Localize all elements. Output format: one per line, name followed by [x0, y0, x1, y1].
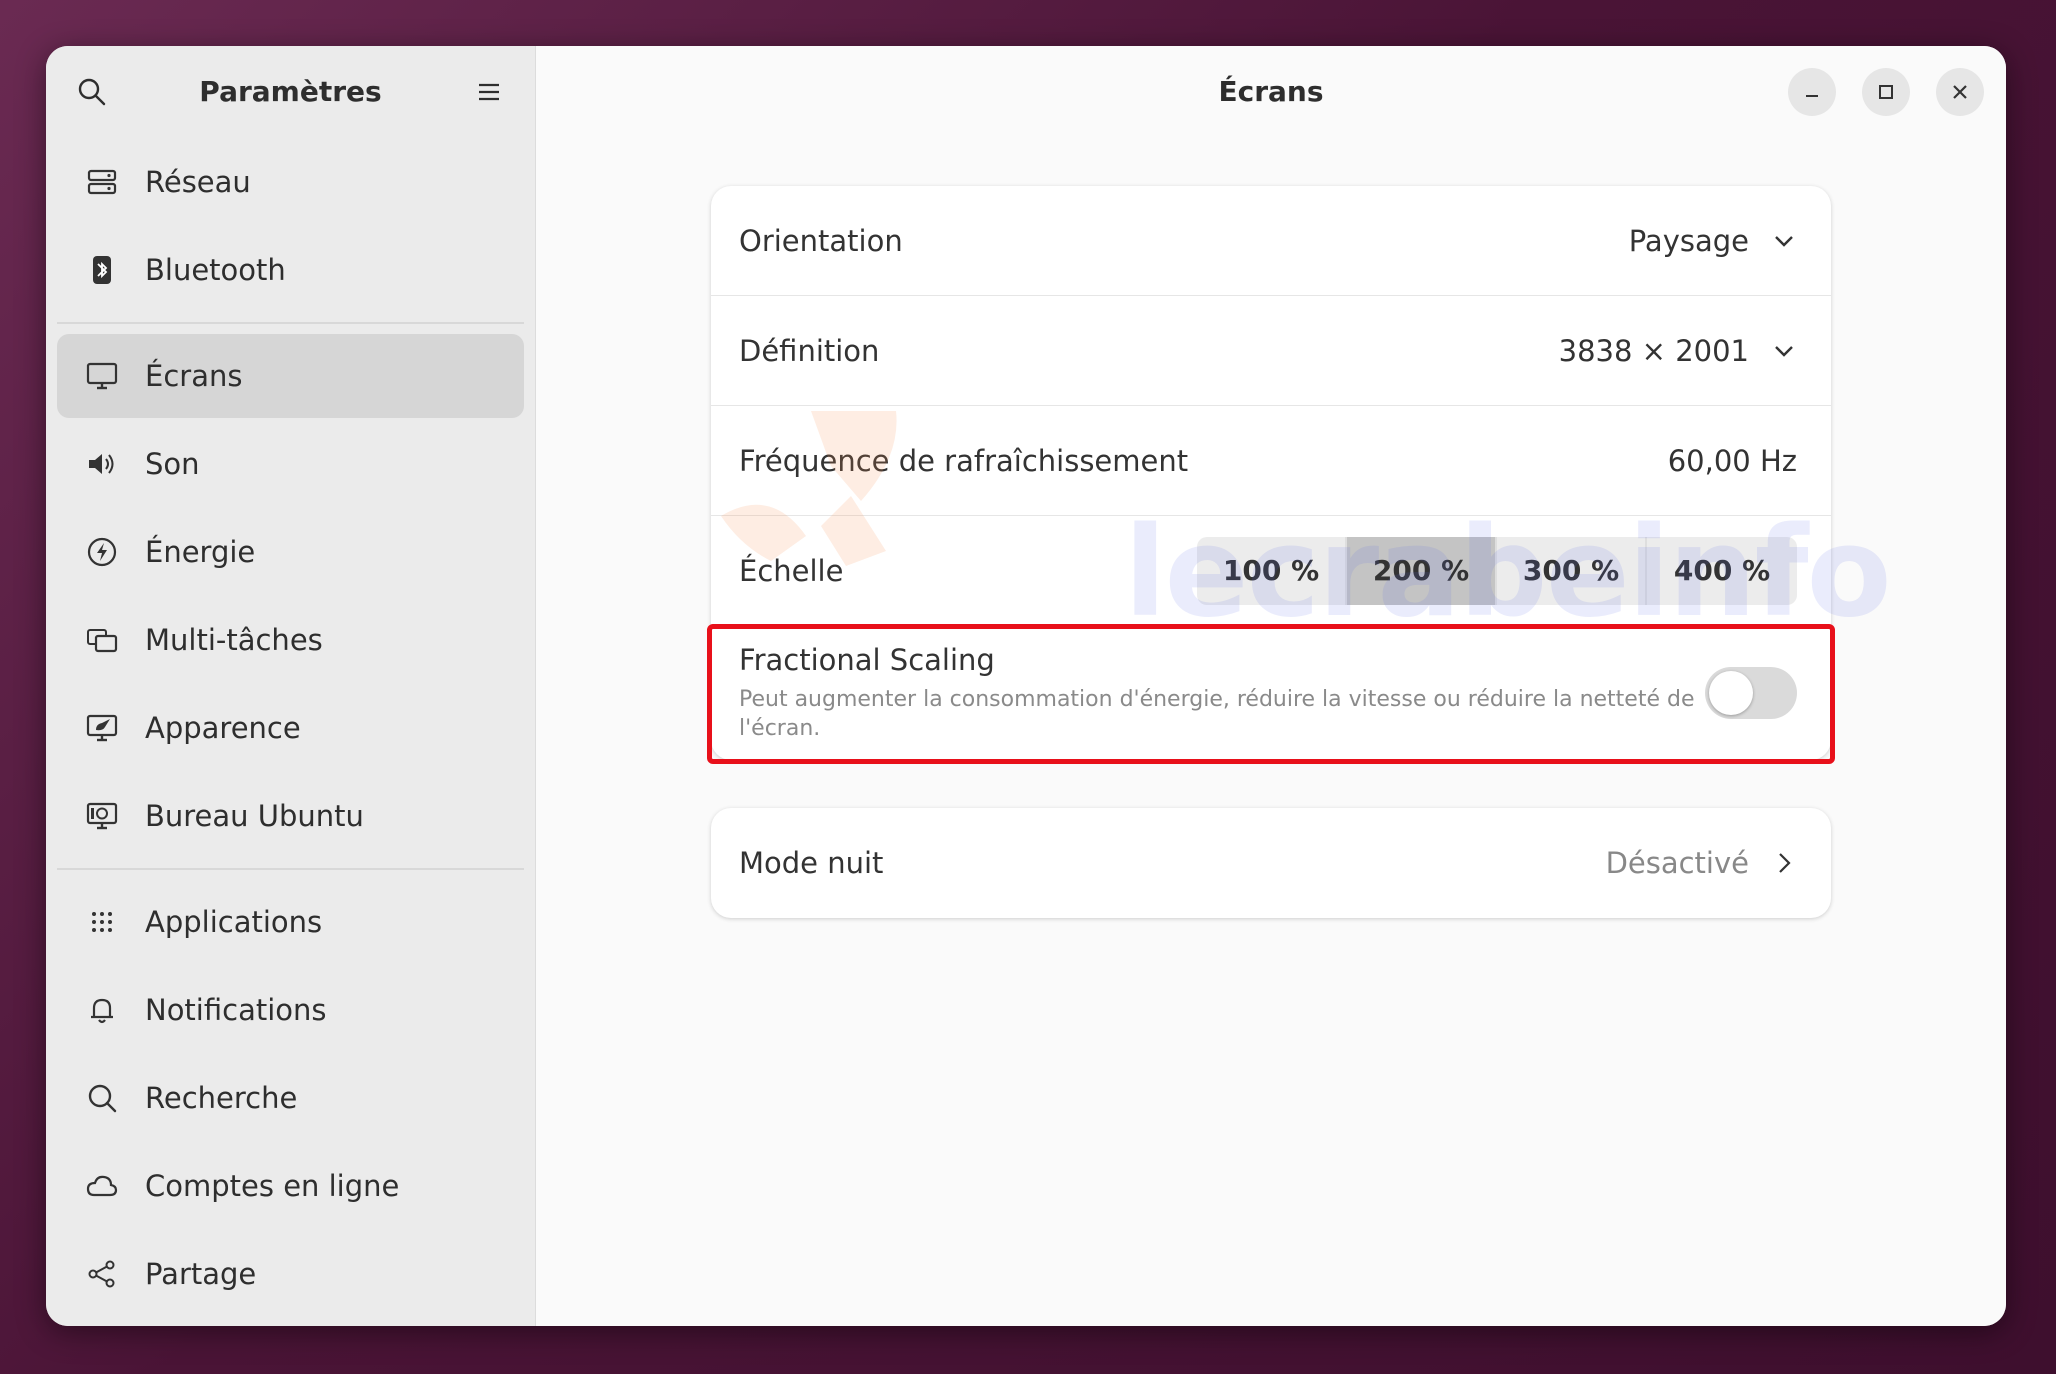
fractional-scaling-row[interactable]: Fractional Scaling Peut augmenter la con…	[707, 624, 1835, 764]
orientation-row[interactable]: Orientation Paysage	[711, 186, 1831, 296]
sidebar-item-ubuntu-desktop[interactable]: Bureau Ubuntu	[57, 774, 524, 858]
resolution-dropdown[interactable]: 3838 × 2001	[1559, 334, 1797, 368]
scale-toggle-group: 100 % 200 % 300 % 400 %	[1197, 536, 1797, 605]
scale-label: Échelle	[739, 553, 844, 588]
refresh-rate-value: 60,00 Hz	[1667, 443, 1797, 478]
night-light-label: Mode nuit	[739, 846, 884, 880]
sidebar-item-label: Écrans	[145, 359, 243, 393]
scale-row: Échelle 100 % 200 % 300 % 400 %	[711, 516, 1831, 626]
switch-knob	[1709, 671, 1753, 715]
sidebar-item-notifications[interactable]: Notifications	[57, 968, 524, 1052]
minimize-icon	[1806, 95, 1818, 97]
sidebar-item-search[interactable]: Recherche	[57, 1056, 524, 1140]
night-light-card: Mode nuit Désactivé	[711, 808, 1831, 918]
sidebar-nav: Applications Notifications Recherche Com…	[46, 880, 535, 1316]
sidebar-item-label: Bureau Ubuntu	[145, 799, 364, 833]
sidebar-item-applications[interactable]: Applications	[57, 880, 524, 964]
network-icon	[87, 169, 117, 195]
close-icon	[1953, 85, 1967, 99]
sidebar-item-displays[interactable]: Écrans	[57, 334, 524, 418]
display-icon	[86, 362, 118, 390]
bluetooth-icon	[93, 256, 111, 284]
sidebar-nav: Écrans Son Énergie Multi-tâches Apparenc…	[46, 334, 535, 858]
bell-icon	[91, 998, 113, 1024]
minimize-button[interactable]	[1788, 68, 1836, 116]
main-header: Écrans	[536, 46, 2006, 136]
sidebar-item-online-accounts[interactable]: Comptes en ligne	[57, 1144, 524, 1228]
scale-400-button[interactable]: 400 %	[1647, 537, 1797, 605]
sidebar-item-appearance[interactable]: Apparence	[57, 686, 524, 770]
orientation-value: Paysage	[1628, 223, 1749, 258]
share-icon	[88, 1260, 115, 1288]
sidebar-nav: Réseau Bluetooth	[46, 140, 535, 312]
maximize-icon	[1879, 85, 1893, 99]
refresh-rate-label: Fréquence de rafraîchissement	[739, 443, 1189, 478]
refresh-rate-row: Fréquence de rafraîchissement 60,00 Hz	[711, 406, 1831, 516]
multitask-icon	[87, 629, 118, 653]
scale-300-button[interactable]: 300 %	[1497, 536, 1647, 605]
close-button[interactable]	[1936, 68, 1984, 116]
cloud-icon	[86, 1175, 118, 1197]
sidebar-item-label: Notifications	[145, 993, 327, 1027]
page-title: Écrans	[1218, 74, 1324, 108]
sidebar-item-sound[interactable]: Son	[57, 422, 524, 506]
chevron-down-icon	[1775, 235, 1793, 247]
chevron-down-icon	[1775, 345, 1793, 357]
scale-200-button[interactable]: 200 %	[1347, 536, 1497, 605]
night-light-status: Désactivé	[1606, 846, 1797, 880]
night-light-value: Désactivé	[1605, 846, 1749, 880]
sidebar-item-label: Réseau	[145, 165, 251, 199]
speaker-icon	[89, 454, 114, 474]
resolution-row[interactable]: Définition 3838 × 2001	[711, 296, 1831, 406]
sidebar-item-power[interactable]: Énergie	[57, 510, 524, 594]
fractional-scaling-subtitle: Peut augmenter la consommation d'énergie…	[739, 687, 1695, 741]
window-controls	[1788, 68, 1984, 116]
orientation-label: Orientation	[739, 223, 903, 258]
sidebar-item-network[interactable]: Réseau	[57, 140, 524, 224]
power-icon	[87, 537, 117, 567]
sidebar-title: Paramètres	[199, 74, 382, 108]
fractional-scaling-switch[interactable]	[1705, 667, 1797, 719]
sidebar-item-sharing[interactable]: Partage	[57, 1232, 524, 1316]
sidebar-item-bluetooth[interactable]: Bluetooth	[57, 228, 524, 312]
sidebar-item-label: Applications	[145, 905, 323, 939]
sidebar-separator	[57, 322, 524, 324]
ubuntu-desktop-icon	[86, 802, 118, 830]
sidebar-item-label: Recherche	[145, 1081, 298, 1115]
fractional-scaling-text: Fractional Scaling Peut augmenter la con…	[739, 643, 1699, 743]
resolution-value: 3838 × 2001	[1558, 333, 1749, 368]
main-pane: Écrans Orientation Paysage Définition 38…	[536, 46, 2006, 1326]
sidebar-item-label: Son	[145, 447, 200, 481]
night-light-row[interactable]: Mode nuit Désactivé	[711, 808, 1831, 918]
search-icon	[88, 1084, 117, 1113]
sidebar-item-multitasking[interactable]: Multi-tâches	[57, 598, 524, 682]
sidebar-item-label: Apparence	[145, 711, 301, 745]
sidebar-item-label: Bluetooth	[145, 253, 286, 287]
appearance-icon	[86, 714, 118, 742]
resolution-label: Définition	[739, 333, 880, 368]
maximize-button[interactable]	[1862, 68, 1910, 116]
sidebar: Paramètres Réseau Bluetooth Écrans Son É…	[46, 46, 536, 1326]
hamburger-menu-icon[interactable]	[473, 76, 505, 108]
orientation-dropdown[interactable]: Paysage	[1629, 224, 1797, 258]
sidebar-separator	[57, 868, 524, 870]
apps-grid-icon	[92, 912, 112, 932]
chevron-right-icon	[1779, 853, 1791, 873]
sidebar-item-label: Multi-tâches	[145, 623, 323, 657]
sidebar-item-label: Partage	[145, 1257, 257, 1291]
sidebar-item-label: Comptes en ligne	[145, 1169, 400, 1203]
sidebar-header: Paramètres	[46, 46, 535, 136]
search-icon[interactable]	[76, 76, 108, 108]
fractional-scaling-title: Fractional Scaling	[739, 643, 995, 677]
scale-100-button[interactable]: 100 %	[1197, 536, 1347, 605]
settings-window: Paramètres Réseau Bluetooth Écrans Son É…	[46, 46, 2006, 1326]
display-settings-card: Orientation Paysage Définition 3838 × 20…	[707, 186, 1835, 764]
sidebar-item-label: Énergie	[145, 535, 256, 569]
